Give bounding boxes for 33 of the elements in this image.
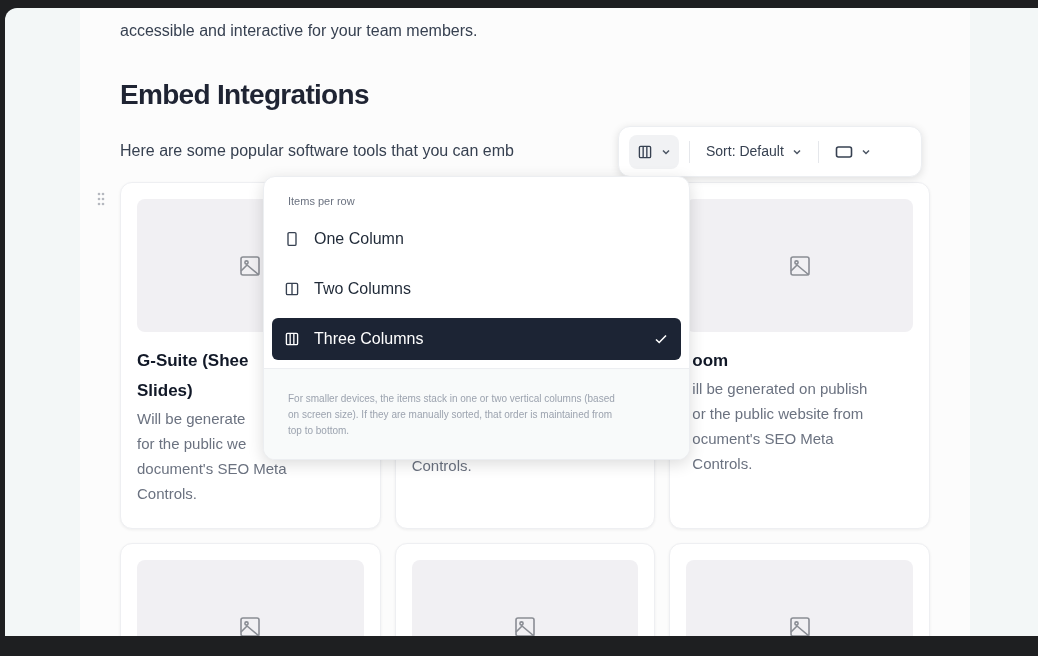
card-description: document's SEO Meta (137, 459, 287, 479)
card-description: Controls. (411, 456, 472, 476)
columns-icon (284, 280, 300, 297)
menu-note: For smaller devices, the items stack in one or two vertical columns (based on screen size). If they are manually sorted, that order is maintained from top to bottom. (288, 391, 616, 438)
card-description: ocument's SEO Meta (692, 429, 834, 449)
drag-handle-icon[interactable] (97, 192, 105, 206)
image-icon (238, 614, 263, 636)
card-title: G-Suite (Shee (137, 350, 249, 372)
columns-icon (637, 143, 653, 160)
card-title: oom (692, 350, 729, 372)
menu-item[interactable]: Two Columns (272, 267, 681, 310)
image-icon (787, 614, 812, 636)
image-icon (513, 614, 537, 636)
rectangle-icon (834, 144, 853, 159)
menu-header: Items per row (287, 194, 356, 209)
card-description: Controls. (137, 484, 198, 504)
columns-icon (284, 330, 300, 347)
paragraph: accessible and interactive for your team members. (120, 21, 479, 41)
card-description: ill be generated on publish (692, 379, 868, 399)
image-icon (238, 253, 263, 278)
card-title: Slides) (137, 380, 193, 402)
card-description: Will be generate (137, 409, 246, 429)
sort-button[interactable]: Sort: Default (700, 134, 808, 169)
menu-item[interactable]: One Column (272, 217, 681, 260)
image-icon (787, 253, 812, 278)
card-description: for the public we (137, 434, 247, 454)
columns-icon (284, 230, 300, 247)
menu-item[interactable]: Three Columns (272, 317, 681, 360)
card-description: Controls. (692, 454, 753, 474)
card-description: or the public website from (692, 404, 864, 424)
section-heading: Embed Integrations (120, 78, 370, 112)
paragraph: Here are some popular software tools that you can emb (120, 141, 515, 161)
columns-layout-button[interactable] (629, 134, 679, 169)
